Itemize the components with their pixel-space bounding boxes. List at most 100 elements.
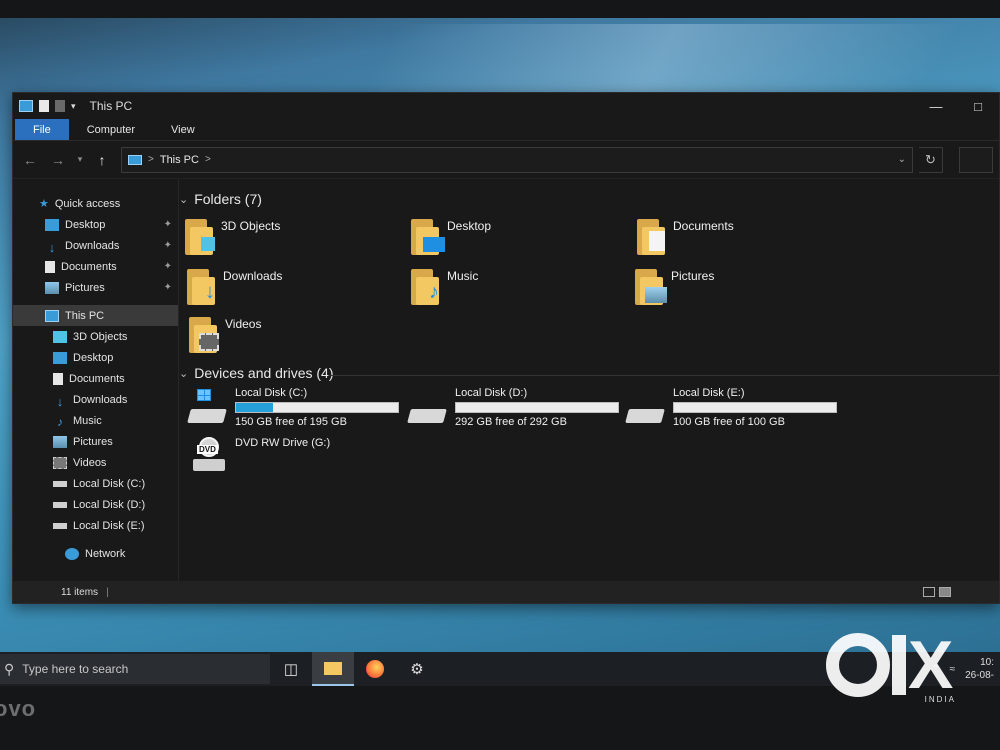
sidebar-item-documents[interactable]: Documents [13,368,178,389]
folder-pictures[interactable]: Pictures [635,269,714,305]
address-bar[interactable]: > This PC > ⌄ [121,146,913,173]
sidebar-item-3d-objects[interactable]: 3D Objects [13,326,178,347]
sidebar-item-network[interactable]: Network [13,543,178,564]
back-arrow-icon[interactable]: ← [19,152,41,168]
windows-logo-icon [197,389,211,401]
sidebar-item-videos[interactable]: Videos [13,452,178,473]
status-separator: | [106,586,109,598]
drive-usage-bar [235,402,399,413]
tab-file[interactable]: File [15,119,69,140]
hard-drive-icon [53,522,67,529]
drive-free-space: 100 GB free of 100 GB [673,416,785,428]
pin-icon[interactable]: ✦ [164,240,172,251]
refresh-button[interactable]: ↻ [919,146,943,173]
drives-group-header[interactable]: ⌄ Devices and drives (4) [179,365,334,381]
drive-local-disk-e[interactable]: Local Disk (E:) 100 GB free of 100 GB [625,387,837,428]
file-explorer-window: ▾ This PC — □ File Computer View ← → ▾ ↑… [12,92,1000,604]
folder-3d-objects[interactable]: 3D Objects [185,219,280,255]
sidebar-item-local-disk-d[interactable]: Local Disk (D:) [13,494,178,515]
sidebar-item-local-disk-e[interactable]: Local Disk (E:) [13,515,178,536]
customize-toolbar-icon[interactable]: ▾ [71,101,76,112]
recent-locations-icon[interactable]: ▾ [75,154,85,165]
sidebar-item-this-pc[interactable]: This PC [13,305,178,326]
documents-icon [45,260,55,273]
properties-icon[interactable] [39,100,49,112]
settings-gear-icon[interactable]: ⚙ [396,652,438,686]
sidebar-item-pictures[interactable]: Pictures [13,431,178,452]
pin-icon[interactable]: ✦ [164,282,172,293]
sidebar-item-downloads[interactable]: ↓ Downloads [13,389,178,410]
new-folder-icon[interactable] [55,100,65,112]
content-pane: ⌄ Folders (7) 3D Objects Desktop Documen… [179,179,999,581]
item-count: 11 items [61,586,99,598]
sidebar-item-quick-access[interactable]: ★ Quick access [13,193,178,214]
folders-group-header[interactable]: ⌄ Folders (7) [179,191,262,207]
windows-drive-icon [187,389,227,423]
window-title: This PC [89,99,133,113]
folder-videos[interactable]: Videos [189,317,261,353]
taskbar-search-box[interactable]: ⚲ Type here to search [0,654,270,684]
folder-icon: ♪ [411,269,439,305]
quick-access-toolbar: ▾ [19,100,76,112]
tab-view[interactable]: View [153,119,213,140]
hard-drive-icon [407,399,447,423]
drive-label: DVD RW Drive (G:) [235,437,331,449]
drive-usage-bar [673,402,837,413]
folder-documents[interactable]: Documents [637,219,734,255]
folder-downloads[interactable]: ↓ Downloads [187,269,282,305]
pictures-icon [45,281,59,294]
pin-icon[interactable]: ✦ [164,261,172,272]
chevron-down-icon[interactable]: ⌄ [179,367,188,380]
chevron-right-icon: > [148,154,154,165]
folder-music[interactable]: ♪ Music [411,269,478,305]
folder-icon [189,317,219,353]
drive-usage-fill [236,403,274,412]
file-explorer-taskbar-icon[interactable] [312,652,354,686]
details-view-icon[interactable] [923,587,935,597]
film-icon [53,456,67,469]
dvd-drive-icon: DVD [193,437,227,471]
cube-icon [53,330,67,343]
navigation-bar: ← → ▾ ↑ > This PC > ⌄ ↻ [13,141,999,179]
sidebar-item-desktop[interactable]: Desktop [13,347,178,368]
olx-watermark: X INDIA [826,630,996,704]
status-bar: 11 items | [13,581,999,603]
music-note-icon: ♪ [57,414,63,429]
forward-arrow-icon[interactable]: → [47,152,69,168]
hard-drive-icon [53,501,67,508]
folder-icon [637,219,665,255]
maximize-button[interactable]: □ [957,93,999,119]
chevron-down-icon[interactable]: ⌄ [179,193,188,206]
minimize-button[interactable]: — [915,93,957,119]
folder-desktop[interactable]: Desktop [411,219,491,255]
sidebar-item-quick-pictures[interactable]: Pictures ✦ [13,277,178,298]
sidebar-item-quick-downloads[interactable]: ↓ Downloads ✦ [13,235,178,256]
tab-computer[interactable]: Computer [69,119,153,140]
hard-drive-icon [53,480,67,487]
task-view-icon[interactable]: ◫ [270,652,312,686]
drive-usage-bar [455,402,619,413]
large-icons-view-icon[interactable] [939,587,951,597]
chevron-right-icon[interactable]: > [205,154,211,165]
pin-icon[interactable]: ✦ [164,219,172,230]
this-pc-icon [45,309,59,322]
sidebar-item-quick-documents[interactable]: Documents ✦ [13,256,178,277]
breadcrumb-this-pc[interactable]: This PC [160,154,199,166]
sidebar-item-music[interactable]: ♪ Music [13,410,178,431]
search-input[interactable] [959,146,993,173]
drive-free-space: 292 GB free of 292 GB [455,416,567,428]
navigation-pane: ★ Quick access Desktop ✦ ↓ Downloads ✦ Doc… [13,179,179,581]
folder-icon [635,269,667,305]
screen-bezel-top [0,0,1000,18]
folder-icon: ↓ [187,269,215,305]
drive-dvd-rw[interactable]: DVD DVD RW Drive (G:) [193,437,330,471]
drive-local-disk-d[interactable]: Local Disk (D:) 292 GB free of 292 GB [407,387,619,428]
desktop-icon [53,351,67,364]
chevron-down-icon[interactable]: ⌄ [898,154,906,165]
up-arrow-icon[interactable]: ↑ [91,152,113,168]
drive-label: Local Disk (D:) [455,387,528,399]
firefox-icon[interactable] [354,652,396,686]
sidebar-item-local-disk-c[interactable]: Local Disk (C:) [13,473,178,494]
drive-local-disk-c[interactable]: Local Disk (C:) 150 GB free of 195 GB [187,387,399,428]
sidebar-item-quick-desktop[interactable]: Desktop ✦ [13,214,178,235]
